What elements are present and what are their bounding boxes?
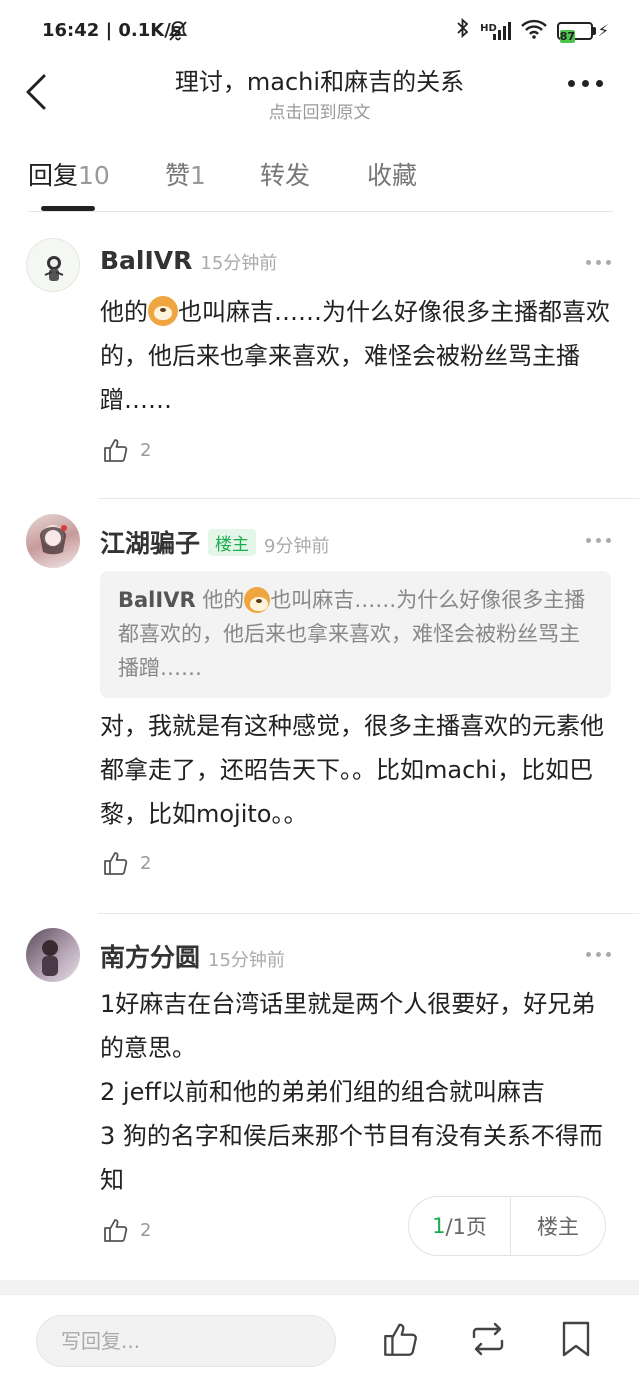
bottom-bar: 写回复...: [0, 1294, 639, 1386]
like-button[interactable]: 2: [102, 436, 151, 464]
back-button[interactable]: [22, 72, 54, 112]
more-options-button[interactable]: [568, 80, 603, 87]
like-button[interactable]: 2: [102, 1216, 151, 1244]
divider: [0, 1280, 639, 1294]
like-count: 2: [140, 439, 152, 461]
chevron-left-icon: [26, 74, 46, 110]
battery-icon: 87 ⚡: [556, 21, 609, 43]
like-count: 2: [140, 852, 152, 874]
thumbs-up-icon: [104, 852, 128, 875]
avatar[interactable]: [26, 238, 80, 292]
back-to-post-link[interactable]: 点击回到原文: [100, 98, 539, 123]
avatar[interactable]: [26, 514, 80, 568]
comment-time: 9分钟前: [264, 536, 330, 557]
status-time: 16:42 | 0.1K/s: [42, 20, 182, 41]
status-bar: 16:42 | 0.1K/s HD 87 ⚡: [0, 0, 639, 62]
tab-favorites[interactable]: 收藏: [367, 156, 417, 192]
quote-author: BalIVR: [118, 588, 196, 612]
tab-bar: 回复10 赞1 转发 收藏: [28, 150, 613, 212]
avatar[interactable]: [26, 928, 80, 982]
thumbs-up-icon: [104, 439, 128, 462]
tab-replies[interactable]: 回复10: [28, 156, 110, 192]
comment-item: BalIVR 15分钟前 他的 也叫麻吉……为什么好像很多主播都喜欢的，他后来也拿来…: [0, 236, 639, 500]
dog-emoji-icon: [148, 296, 178, 326]
quoted-reply[interactable]: BalIVR 他的 也叫麻吉……为什么好像很多主播都喜欢的，他后来也拿来喜欢，难怪…: [100, 571, 611, 698]
wifi-icon: [520, 19, 547, 43]
mute-icon: [168, 20, 188, 47]
page-indicator[interactable]: 1/1页: [409, 1197, 511, 1255]
divider: [98, 913, 639, 914]
signal-icon: HD: [480, 21, 511, 40]
comment-text: 他的 也叫麻吉……为什么好像很多主播都喜欢的，他后来也拿来喜欢，难怪会被粉丝骂主播…: [100, 296, 610, 414]
top-bar: 理讨，machi和麻吉的关系 点击回到原文: [0, 62, 639, 132]
comment-time: 15分钟前: [200, 253, 278, 274]
comment-more-button[interactable]: [586, 952, 611, 957]
comment-more-button[interactable]: [586, 260, 611, 265]
like-post-button[interactable]: [381, 1319, 421, 1359]
comment-author[interactable]: 江湖骗子: [100, 529, 200, 558]
comment-text: 1好麻吉在台湾话里就是两个人很要好，好兄弟的意思。 2 jeff以前和他的弟弟们…: [100, 990, 603, 1194]
comment-author[interactable]: 南方分圆: [100, 943, 200, 972]
comment-item: 江湖骗子 楼主 9分钟前 BalIVR 他的 也叫麻吉……为什么好像很多主播都喜欢的，…: [0, 514, 639, 914]
comment-time: 15分钟前: [208, 950, 285, 971]
pager: 1/1页 楼主: [408, 1196, 606, 1256]
like-count: 2: [140, 1219, 152, 1241]
thumbs-up-icon: [384, 1323, 417, 1356]
tab-reposts[interactable]: 转发: [260, 156, 310, 192]
owner-only-button[interactable]: 楼主: [511, 1197, 605, 1255]
tab-indicator: [41, 206, 95, 211]
thumbs-up-icon: [104, 1219, 128, 1242]
repost-button[interactable]: [468, 1319, 508, 1359]
post-title[interactable]: 理讨，machi和麻吉的关系: [100, 62, 539, 97]
comment-author[interactable]: BalIVR: [100, 246, 192, 275]
comment-text: 对，我就是有这种感觉，很多主播喜欢的元素他都拿走了，还昭告天下。。比如machi…: [100, 712, 604, 828]
like-button[interactable]: 2: [102, 849, 151, 877]
repost-icon: [472, 1322, 504, 1356]
bookmark-button[interactable]: [556, 1319, 596, 1359]
comment-more-button[interactable]: [586, 538, 611, 543]
reply-input[interactable]: 写回复...: [36, 1315, 336, 1367]
battery-level: 87: [559, 29, 576, 43]
dog-emoji-icon: [244, 587, 271, 613]
bookmark-icon: [562, 1321, 590, 1357]
owner-badge: 楼主: [208, 529, 257, 556]
tab-likes[interactable]: 赞1: [165, 156, 206, 192]
bluetooth-icon: [456, 17, 470, 43]
divider: [98, 498, 639, 499]
